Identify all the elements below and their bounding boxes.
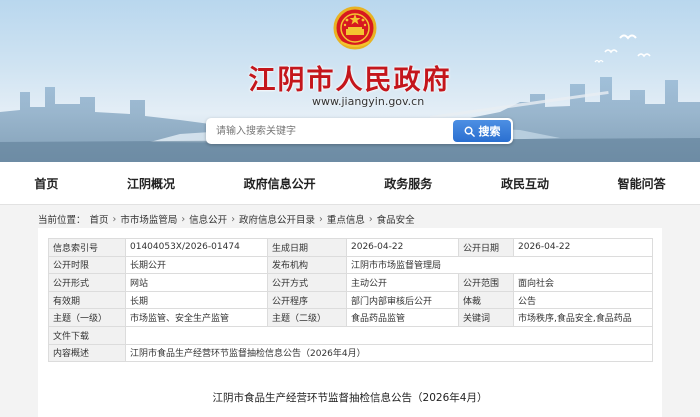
table-row: 公开时限 长期公开 发布机构 江阴市市场监督管理局	[48, 255, 653, 275]
table-row: 主题（一级） 市场监管、安全生产监管 主题（二级） 食品药品监管 关键词 市场秩…	[48, 308, 653, 327]
main-nav: 首页 江阴概况 政府信息公开 政务服务 政民互动 智能问答	[0, 162, 700, 205]
site-url[interactable]: www.jiangyin.gov.cn	[312, 95, 424, 108]
breadcrumb-key-info[interactable]: 重点信息	[327, 212, 365, 226]
pub-date-value: 2026-04-22	[513, 238, 653, 257]
org-value: 江阴市市场监督管理局	[346, 255, 653, 275]
search-input[interactable]	[216, 122, 446, 140]
pub-date-label: 公开日期	[458, 238, 514, 257]
site-banner: 江阴市人民政府 www.jiangyin.gov.cn 搜索	[0, 0, 700, 162]
breadcrumb-separator: ›	[112, 213, 117, 225]
download-value[interactable]	[125, 325, 653, 345]
table-row: 文件下载	[48, 325, 653, 345]
breadcrumb: 当前位置： 首页 › 市市场监管局 › 信息公开 › 政府信息公开目录 › 重点…	[38, 212, 415, 227]
national-emblem-icon	[333, 6, 377, 50]
validity-value: 长期	[125, 290, 268, 310]
scope-value: 面向社会	[513, 273, 653, 292]
keywords-label: 关键词	[458, 308, 514, 327]
keywords-value: 市场秩序,食品安全,食品药品	[513, 308, 653, 327]
gen-date-value: 2026-04-22	[346, 238, 459, 257]
breadcrumb-home[interactable]: 首页	[90, 212, 109, 226]
topic2-value: 食品药品监管	[346, 308, 459, 327]
scope-label: 公开范围	[458, 273, 514, 292]
download-label: 文件下载	[48, 325, 126, 345]
nav-item-services[interactable]: 政务服务	[384, 175, 432, 192]
table-row: 有效期 长期 公开程序 部门内部审核后公开 体裁 公告	[48, 290, 653, 310]
site-title: 江阴市人民政府	[248, 65, 452, 96]
breadcrumb-directory[interactable]: 政府信息公开目录	[239, 212, 315, 226]
table-row: 信息索引号 01404053X/2026-01474 生成日期 2026-04-…	[48, 238, 653, 257]
breadcrumb-info[interactable]: 信息公开	[189, 212, 227, 226]
search-icon	[464, 126, 475, 137]
summary-label: 内容概述	[48, 343, 126, 363]
gen-date-label: 生成日期	[267, 238, 347, 257]
nav-item-info-disclosure[interactable]: 政府信息公开	[244, 175, 316, 192]
org-label: 发布机构	[267, 255, 347, 275]
nav-item-overview[interactable]: 江阴概况	[127, 175, 175, 192]
nav-item-home[interactable]: 首页	[34, 175, 58, 192]
genre-value: 公告	[513, 290, 653, 310]
method-label: 公开方式	[267, 273, 347, 292]
document-title: 江阴市食品生产经营环节监督抽检信息公告（2026年4月）	[212, 392, 488, 404]
search-box: 搜索	[206, 118, 513, 144]
nav-item-qa[interactable]: 智能问答	[618, 175, 666, 192]
period-value: 长期公开	[125, 255, 268, 275]
topic1-value: 市场监管、安全生产监管	[125, 308, 268, 327]
breadcrumb-separator: ›	[368, 213, 373, 225]
procedure-value: 部门内部审核后公开	[346, 290, 459, 310]
info-table: 信息索引号 01404053X/2026-01474 生成日期 2026-04-…	[48, 238, 653, 363]
topic1-label: 主题（一级）	[48, 308, 126, 327]
genre-label: 体裁	[458, 290, 514, 310]
breadcrumb-separator: ›	[231, 213, 235, 225]
breadcrumb-food-safety[interactable]: 食品安全	[377, 212, 415, 226]
table-row: 内容概述 江阴市食品生产经营环节监督抽检信息公告（2026年4月）	[48, 343, 653, 363]
topic2-label: 主题（二级）	[267, 308, 347, 327]
search-button-label: 搜索	[478, 125, 501, 138]
breadcrumb-separator: ›	[181, 213, 186, 225]
form-value: 网站	[125, 273, 268, 292]
index-value: 01404053X/2026-01474	[125, 238, 268, 257]
breadcrumb-separator: ›	[319, 213, 323, 225]
method-value: 主动公开	[346, 273, 459, 292]
search-button[interactable]: 搜索	[453, 120, 511, 142]
form-label: 公开形式	[48, 273, 126, 292]
nav-item-interaction[interactable]: 政民互动	[501, 175, 549, 192]
summary-value: 江阴市食品生产经营环节监督抽检信息公告（2026年4月）	[125, 343, 653, 363]
breadcrumb-bureau[interactable]: 市市场监管局	[120, 212, 177, 226]
content-panel: 信息索引号 01404053X/2026-01474 生成日期 2026-04-…	[38, 228, 662, 417]
period-label: 公开时限	[48, 255, 126, 275]
table-row: 公开形式 网站 公开方式 主动公开 公开范围 面向社会	[48, 273, 653, 292]
validity-label: 有效期	[48, 290, 126, 310]
procedure-label: 公开程序	[267, 290, 347, 310]
breadcrumb-prefix: 当前位置：	[38, 215, 86, 226]
index-label: 信息索引号	[48, 238, 126, 257]
